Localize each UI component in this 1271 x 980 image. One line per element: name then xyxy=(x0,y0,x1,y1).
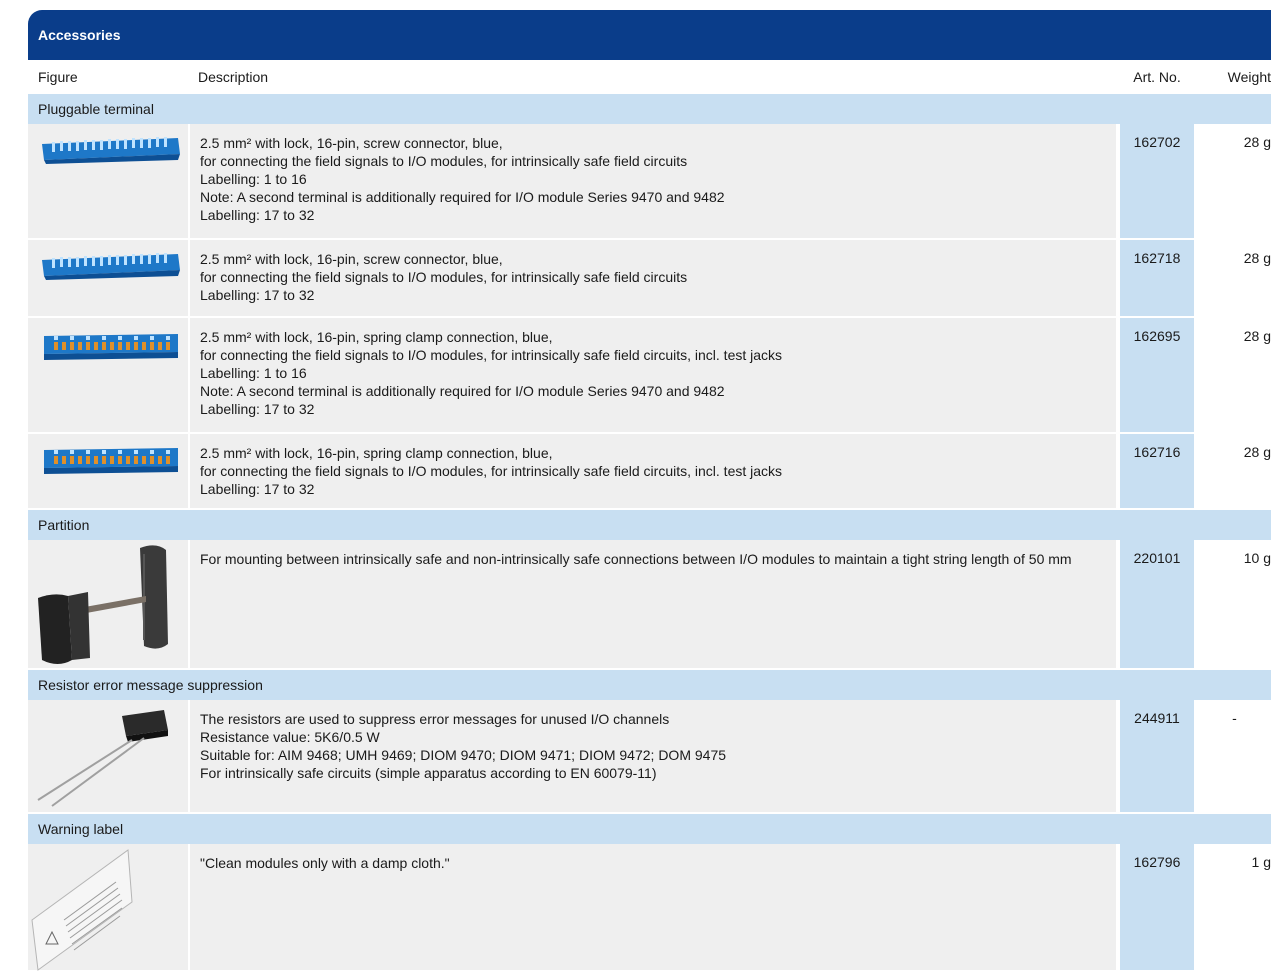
desc-line: Labelling: 17 to 32 xyxy=(200,287,315,303)
desc-line: Note: A second terminal is additionally … xyxy=(200,189,725,205)
desc-line: 2.5 mm² with lock, 16-pin, screw connect… xyxy=(200,251,503,267)
desc-line: The resistors are used to suppress error… xyxy=(200,711,670,727)
desc-line: 2.5 mm² with lock, 16-pin, spring clamp … xyxy=(200,329,553,345)
table-row: For mounting between intrinsically safe … xyxy=(28,540,1271,670)
table-row: 2.5 mm² with lock, 16-pin, spring clamp … xyxy=(28,434,1271,510)
category-pluggable-terminal: Pluggable terminal xyxy=(28,94,1271,124)
table-title: Accessories xyxy=(28,10,1271,60)
row-description: 2.5 mm² with lock, 16-pin, spring clamp … xyxy=(190,434,1116,508)
row-description: 2.5 mm² with lock, 16-pin, spring clamp … xyxy=(190,318,1116,432)
header-figure: Figure xyxy=(38,69,78,85)
desc-line: "Clean modules only with a damp cloth." xyxy=(200,855,450,871)
category-partition: Partition xyxy=(28,510,1271,540)
desc-line: for connecting the field signals to I/O … xyxy=(200,347,783,363)
weight-cell: 28 g xyxy=(1243,444,1271,460)
table-row: "Clean modules only with a damp cloth." … xyxy=(28,844,1271,972)
desc-line: Labelling: 17 to 32 xyxy=(200,207,315,223)
weight-cell: 28 g xyxy=(1243,134,1271,150)
row-description: 2.5 mm² with lock, 16-pin, screw connect… xyxy=(190,240,1116,316)
weight-cell: 28 g xyxy=(1243,328,1271,344)
warning-label-icon xyxy=(28,844,190,971)
art-no-cell: 162716 xyxy=(1116,434,1198,508)
row-description: 2.5 mm² with lock, 16-pin, screw connect… xyxy=(190,124,1116,238)
weight-cell: 10 g xyxy=(1243,550,1271,566)
header-description: Description xyxy=(198,69,269,85)
resistor-icon xyxy=(28,700,190,812)
weight-cell: 28 g xyxy=(1243,250,1271,266)
blue-screw-terminal-icon xyxy=(28,240,190,316)
desc-line: For intrinsically safe circuits (simple … xyxy=(200,765,657,781)
row-description: "Clean modules only with a damp cloth." xyxy=(190,844,1116,970)
category-resistor: Resistor error message suppression xyxy=(28,670,1271,700)
table-row: 2.5 mm² with lock, 16-pin, screw connect… xyxy=(28,240,1271,318)
art-no-cell: 162796 xyxy=(1116,844,1198,970)
weight-cell: - xyxy=(1232,710,1237,726)
desc-line: Labelling: 1 to 16 xyxy=(200,365,307,381)
blue-spring-clamp-terminal-icon xyxy=(28,434,190,508)
desc-line: 2.5 mm² with lock, 16-pin, screw connect… xyxy=(200,135,503,151)
desc-line: for connecting the field signals to I/O … xyxy=(200,269,688,285)
column-header-row: Figure Description Art. No. Weight xyxy=(28,60,1271,94)
art-no-cell: 162702 xyxy=(1116,124,1198,238)
desc-line: for connecting the field signals to I/O … xyxy=(200,463,783,479)
table-row: 2.5 mm² with lock, 16-pin, spring clamp … xyxy=(28,318,1271,434)
desc-line: 2.5 mm² with lock, 16-pin, spring clamp … xyxy=(200,445,553,461)
art-no-cell: 162718 xyxy=(1116,240,1198,316)
art-no-cell: 162695 xyxy=(1116,318,1198,432)
desc-line: Labelling: 17 to 32 xyxy=(200,481,315,497)
desc-line: Labelling: 17 to 32 xyxy=(200,401,315,417)
partition-icon xyxy=(28,540,190,668)
row-description: The resistors are used to suppress error… xyxy=(190,700,1116,812)
table-row: The resistors are used to suppress error… xyxy=(28,700,1271,814)
category-warning-label: Warning label xyxy=(28,814,1271,844)
art-no-cell: 244911 xyxy=(1116,700,1198,812)
desc-line: for connecting the field signals to I/O … xyxy=(200,153,688,169)
desc-line: Resistance value: 5K6/0.5 W xyxy=(200,729,380,745)
desc-line: Note: A second terminal is additionally … xyxy=(200,383,725,399)
desc-line: For mounting between intrinsically safe … xyxy=(200,551,1072,567)
desc-line: Suitable for: AIM 9468; UMH 9469; DIOM 9… xyxy=(200,747,727,763)
table-row: 2.5 mm² with lock, 16-pin, screw connect… xyxy=(28,124,1271,240)
accessories-table: Accessories Figure Description Art. No. … xyxy=(28,10,1271,972)
blue-screw-terminal-icon xyxy=(28,124,190,238)
desc-line: Labelling: 1 to 16 xyxy=(200,171,307,187)
header-art-no: Art. No. xyxy=(1133,69,1181,85)
art-no-cell: 220101 xyxy=(1116,540,1198,668)
weight-cell: 1 g xyxy=(1251,854,1271,870)
header-weight: Weight xyxy=(1227,69,1271,85)
blue-spring-clamp-terminal-icon xyxy=(28,318,190,432)
row-description: For mounting between intrinsically safe … xyxy=(190,540,1116,668)
